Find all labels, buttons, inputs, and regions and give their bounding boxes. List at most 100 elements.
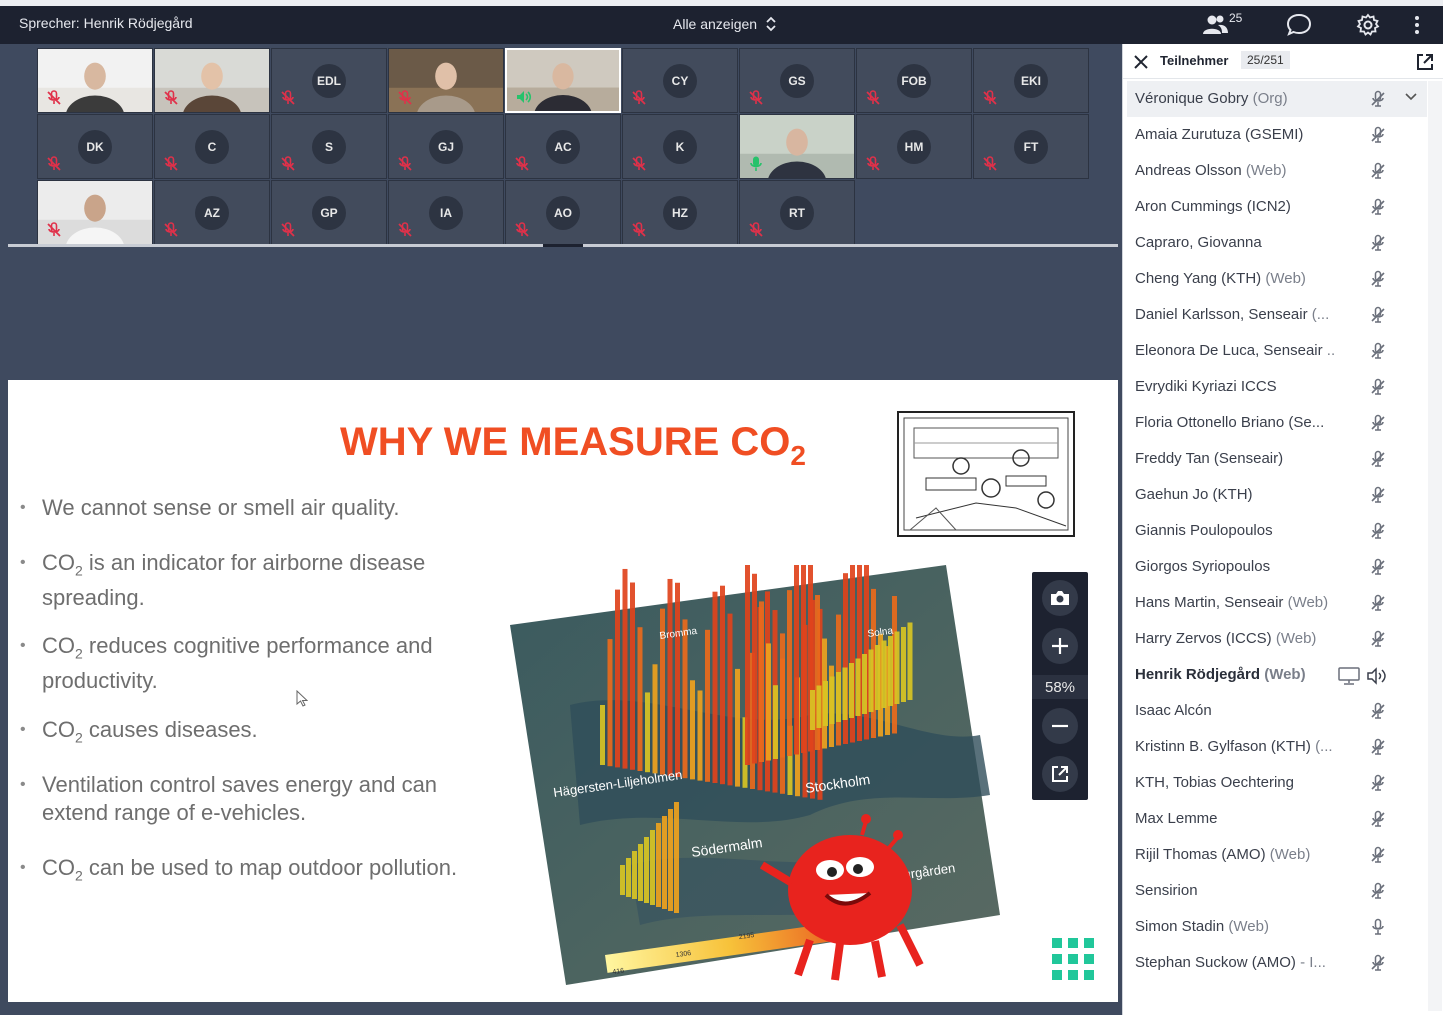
- participant-video-tile[interactable]: [505, 48, 621, 113]
- co2-bar: [720, 585, 725, 785]
- participant-video-tile[interactable]: AO: [505, 180, 621, 245]
- co2-bar: [801, 565, 806, 753]
- participant-name: Gaehun Jo (KTH): [1135, 486, 1253, 503]
- participant-video-tile[interactable]: C: [154, 114, 270, 179]
- microphone-muted-icon: [1369, 342, 1387, 360]
- participant-video-tile[interactable]: K: [622, 114, 738, 179]
- settings-button[interactable]: [1351, 10, 1385, 40]
- co2-bar: [907, 622, 913, 700]
- participant-list-item[interactable]: Harry Zervos (ICCS) (Web): [1123, 621, 1428, 657]
- co2-bar: [626, 858, 631, 897]
- participant-video-tile[interactable]: GP: [271, 180, 387, 245]
- participant-list-item[interactable]: Freddy Tan (Senseair): [1123, 441, 1428, 477]
- microphone-muted-icon: [1369, 954, 1387, 972]
- co2-bar: [620, 865, 625, 895]
- participant-video-tile[interactable]: AZ: [154, 180, 270, 245]
- microphone-muted-icon: [1369, 378, 1387, 396]
- participant-video-tile[interactable]: [739, 114, 855, 179]
- participant-list-item[interactable]: Stephan Suckow (AMO) - I...: [1123, 945, 1428, 981]
- panel-title: Teilnehmer: [1160, 53, 1229, 68]
- zoom-toolbar: 58%: [1032, 572, 1088, 800]
- participant-initials: GS: [780, 63, 814, 98]
- show-all-dropdown[interactable]: Alle anzeigen: [673, 15, 777, 33]
- co2-bar: [888, 636, 893, 706]
- co2-bar: [875, 645, 880, 710]
- participant-video-tile[interactable]: CY: [622, 48, 738, 113]
- resize-handle[interactable]: [543, 244, 583, 247]
- co2-bar: [855, 658, 861, 716]
- microphone-muted-icon: [1369, 90, 1387, 108]
- participant-video-tile[interactable]: DK: [37, 114, 153, 179]
- zoom-out-button[interactable]: [1042, 708, 1078, 744]
- participant-list-item[interactable]: Giannis Poulopoulos: [1123, 513, 1428, 549]
- participant-video-tile[interactable]: [154, 48, 270, 113]
- participant-video-tile[interactable]: HM: [856, 114, 972, 179]
- participant-list-item[interactable]: Giorgos Syriopoulos: [1123, 549, 1428, 585]
- co2-bar: [816, 685, 822, 728]
- participant-list-item[interactable]: Max Lemme: [1123, 801, 1428, 837]
- participant-list-item[interactable]: Aron Cummings (ICN2): [1123, 189, 1428, 225]
- participant-name: Eleonora De Luca, Senseair ..: [1135, 342, 1336, 359]
- participant-video-tile[interactable]: EKI: [973, 48, 1089, 113]
- open-external-button[interactable]: [1042, 756, 1078, 792]
- participant-list-item[interactable]: Andreas Olsson (Web): [1123, 153, 1428, 189]
- participant-video-tile[interactable]: [388, 48, 504, 113]
- zoom-in-button[interactable]: [1042, 628, 1078, 664]
- participant-list-item[interactable]: Floria Ottonello Briano (Se...: [1123, 405, 1428, 441]
- participant-list-item[interactable]: Kristinn B. Gylfason (KTH) (...: [1123, 729, 1428, 765]
- participant-video-tile[interactable]: IA: [388, 180, 504, 245]
- participant-list-item[interactable]: Isaac Alcón: [1123, 693, 1428, 729]
- participant-list-item[interactable]: Eleonora De Luca, Senseair ..: [1123, 333, 1428, 369]
- chevron-down-icon[interactable]: [1405, 93, 1417, 101]
- microphone-icon: [747, 155, 765, 173]
- participant-list-item[interactable]: Daniel Karlsson, Senseair (...: [1123, 297, 1428, 333]
- participant-video-tile[interactable]: [37, 180, 153, 245]
- chat-button[interactable]: [1282, 10, 1316, 40]
- participant-list-item[interactable]: Simon Stadin (Web): [1123, 909, 1428, 945]
- participants-button[interactable]: [1198, 10, 1232, 40]
- minus-icon: [1052, 724, 1068, 728]
- co2-bar: [752, 573, 757, 764]
- microphone-muted-icon: [747, 89, 765, 107]
- participant-list-item[interactable]: Amaia Zurutuza (GSEMI): [1123, 117, 1428, 153]
- co2-bar: [645, 692, 650, 773]
- screenshot-button[interactable]: [1042, 580, 1078, 616]
- participant-list-item[interactable]: Sensirion: [1123, 873, 1428, 909]
- microphone-muted-icon: [279, 89, 297, 107]
- participant-video-tile[interactable]: GJ: [388, 114, 504, 179]
- co2-bar: [632, 851, 637, 899]
- participant-list-item[interactable]: Evrydiki Kyriazi ICCS: [1123, 369, 1428, 405]
- participant-video-tile[interactable]: [37, 48, 153, 113]
- participant-list-item[interactable]: Gaehun Jo (KTH): [1123, 477, 1428, 513]
- microphone-muted-icon: [981, 89, 999, 107]
- more-options-button[interactable]: [1400, 10, 1434, 40]
- participant-count: 25/251: [1241, 51, 1290, 69]
- show-all-label: Alle anzeigen: [673, 16, 758, 32]
- participant-video-tile[interactable]: GS: [739, 48, 855, 113]
- participant-list-item[interactable]: KTH, Tobias Oechtering: [1123, 765, 1428, 801]
- participant-list-item[interactable]: Véronique Gobry (Org): [1127, 81, 1427, 117]
- participant-initials: RT: [780, 195, 814, 230]
- participant-video-tile[interactable]: FT: [973, 114, 1089, 179]
- close-icon[interactable]: [1133, 54, 1149, 70]
- participant-name: Kristinn B. Gylfason (KTH) (...: [1135, 738, 1333, 755]
- co2-bar: [607, 639, 613, 767]
- participant-list-item[interactable]: Cheng Yang (KTH) (Web): [1123, 261, 1428, 297]
- participant-list-item[interactable]: Rijil Thomas (AMO) (Web): [1123, 837, 1428, 873]
- participant-video-tile[interactable]: AC: [505, 114, 621, 179]
- participant-video-tile[interactable]: S: [271, 114, 387, 179]
- microphone-muted-icon: [1369, 486, 1387, 504]
- participant-list-item[interactable]: Hans Martin, Senseair (Web): [1123, 585, 1428, 621]
- participant-video-tile[interactable]: HZ: [622, 180, 738, 245]
- participant-video-tile[interactable]: EDL: [271, 48, 387, 113]
- popout-icon[interactable]: [1415, 52, 1435, 72]
- participant-video-tile[interactable]: FOB: [856, 48, 972, 113]
- participant-list-item[interactable]: Capraro, Giovanna: [1123, 225, 1428, 261]
- participant-video-tile[interactable]: RT: [739, 180, 855, 245]
- participant-name: Andreas Olsson (Web): [1135, 162, 1287, 179]
- participant-list-scrollbar[interactable]: [1428, 81, 1442, 1011]
- co2-bar: [667, 578, 673, 776]
- co2-bar: [622, 568, 628, 769]
- participant-list-item[interactable]: Henrik Rödjegård (Web): [1123, 657, 1428, 693]
- microphone-muted-icon: [45, 221, 63, 239]
